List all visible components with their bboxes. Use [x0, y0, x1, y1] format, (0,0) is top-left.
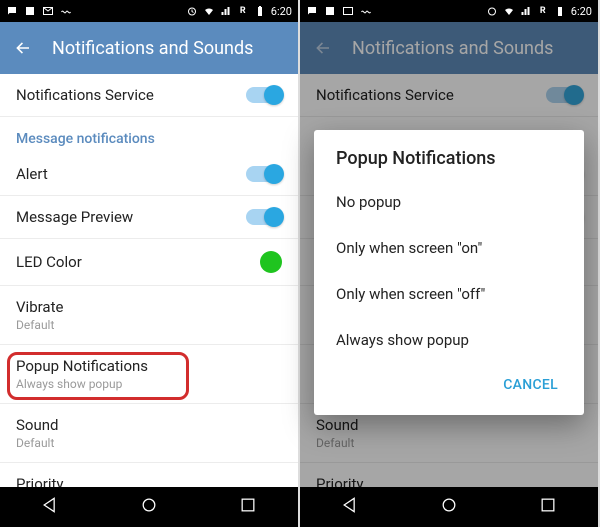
section-header-message: Message notifications — [0, 117, 298, 153]
row-message-preview[interactable]: Message Preview — [0, 196, 298, 239]
app-bar: Notifications and Sounds — [0, 22, 298, 74]
wifi-icon — [203, 5, 215, 17]
row-sound[interactable]: Sound Default — [0, 404, 298, 463]
image-icon — [24, 5, 36, 17]
label: Priority — [16, 475, 282, 487]
page-title: Notifications and Sounds — [52, 38, 253, 59]
status-bar: R 6:20 — [0, 0, 298, 22]
led-color-dot — [260, 251, 282, 273]
speech-icon — [6, 5, 18, 17]
nav-recents-icon[interactable] — [238, 495, 258, 519]
toggle-notifications-service[interactable] — [246, 87, 282, 103]
dialog-option-always[interactable]: Always show popup — [314, 317, 584, 363]
label: Message Preview — [16, 208, 133, 226]
nav-back-icon[interactable] — [340, 495, 360, 519]
image-icon — [324, 5, 336, 17]
network-icon: R — [537, 5, 549, 17]
row-notifications-service[interactable]: Notifications Service — [0, 74, 298, 117]
label: Sound — [16, 416, 282, 434]
status-bar: R 6:20 — [300, 0, 598, 22]
dialog-title: Popup Notifications — [314, 148, 584, 179]
label: LED Color — [16, 253, 82, 271]
value: Default — [16, 318, 282, 332]
cancel-button[interactable]: CANCEL — [493, 369, 568, 401]
phone-left: R 6:20 Notifications and Sounds Notifica… — [0, 0, 300, 527]
battery-icon — [554, 5, 566, 17]
signal-icon — [220, 5, 232, 17]
row-led-color[interactable]: LED Color — [0, 239, 298, 286]
toggle-message-preview[interactable] — [246, 209, 282, 225]
mail-icon — [42, 5, 54, 17]
row-vibrate[interactable]: Vibrate Default — [0, 286, 298, 345]
nav-back-icon[interactable] — [40, 495, 60, 519]
wave-icon — [60, 5, 72, 17]
wifi-icon — [503, 5, 515, 17]
value: Default — [16, 436, 282, 450]
label: Vibrate — [16, 298, 282, 316]
nav-recents-icon[interactable] — [538, 495, 558, 519]
dialog-option-screen-on[interactable]: Only when screen "on" — [314, 225, 584, 271]
popup-notifications-dialog: Popup Notifications No popup Only when s… — [314, 130, 584, 415]
nav-home-icon[interactable] — [139, 495, 159, 519]
alarm-icon — [486, 5, 498, 17]
label: Notifications Service — [16, 86, 154, 104]
dialog-option-no-popup[interactable]: No popup — [314, 179, 584, 225]
value: Always show popup — [16, 377, 282, 391]
back-icon[interactable] — [14, 39, 32, 57]
speech-icon — [306, 5, 318, 17]
signal-icon — [520, 5, 532, 17]
status-time: 6:20 — [571, 5, 592, 18]
nav-home-icon[interactable] — [439, 495, 459, 519]
row-popup-notifications[interactable]: Popup Notifications Always show popup — [0, 345, 298, 404]
battery-icon — [254, 5, 266, 17]
row-alert[interactable]: Alert — [0, 153, 298, 196]
settings-list: Notifications Service Message notificati… — [0, 74, 298, 487]
mail-icon — [342, 5, 354, 17]
wave-icon — [360, 5, 372, 17]
system-nav-bar — [300, 487, 598, 527]
status-time: 6:20 — [271, 5, 292, 18]
alarm-icon — [186, 5, 198, 17]
dialog-option-screen-off[interactable]: Only when screen "off" — [314, 271, 584, 317]
phone-right: R 6:20 Notifications and Sounds Notifica… — [300, 0, 600, 527]
toggle-alert[interactable] — [246, 166, 282, 182]
label: Popup Notifications — [16, 357, 282, 375]
row-priority[interactable]: Priority High — [0, 463, 298, 487]
label: Alert — [16, 165, 48, 183]
system-nav-bar — [0, 487, 298, 527]
network-icon: R — [237, 5, 249, 17]
